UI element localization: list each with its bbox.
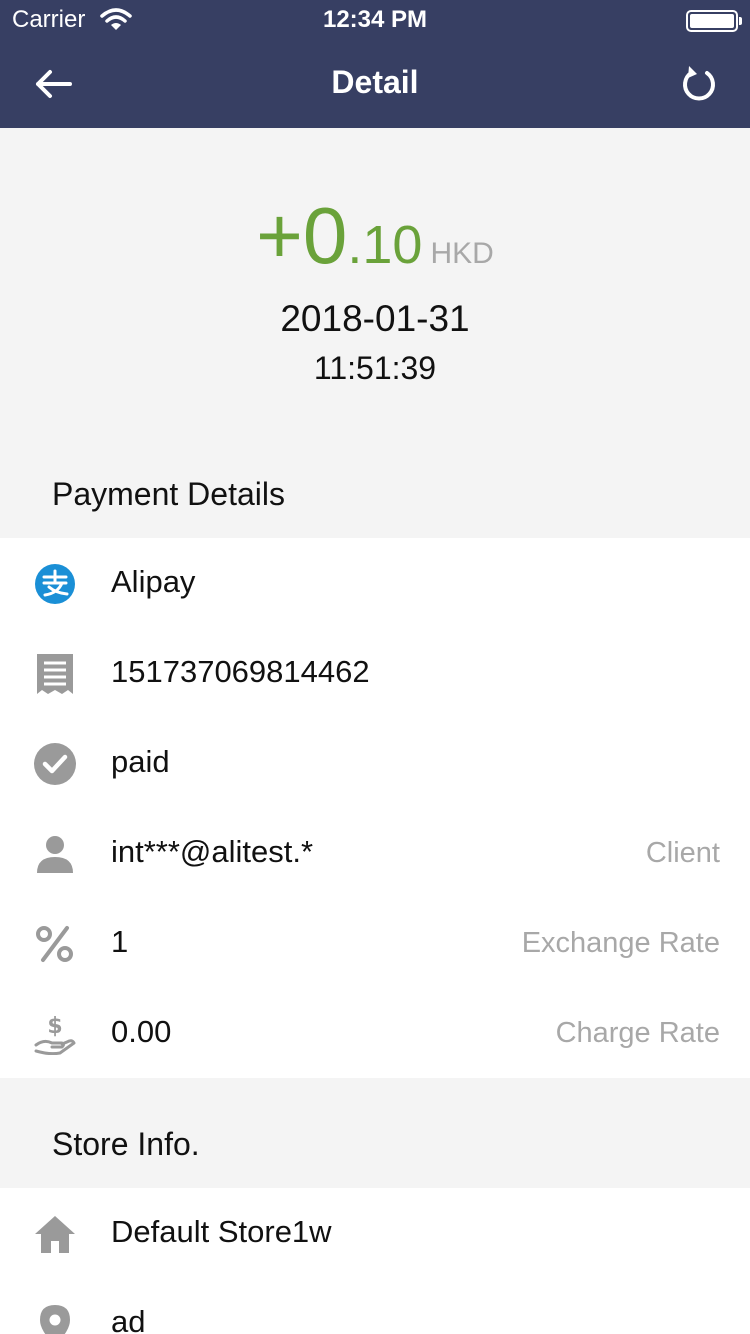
client-label: Client (645, 837, 720, 869)
list-item-store-name: Default Store1w (0, 1188, 750, 1278)
store-info-heading: Store Info. (52, 1126, 200, 1162)
nav-bar: Detail (0, 40, 750, 128)
amount-display: +0.10 HKD (0, 190, 750, 282)
list-item-charge-rate: $ 0.00 Charge Rate (0, 988, 750, 1078)
payment-details-heading: Payment Details (52, 476, 285, 512)
payment-details-list: Alipay 151737069814462 paid int***@alite… (0, 538, 750, 1078)
store-address-value: ad (111, 1304, 146, 1334)
location-pin-icon (34, 1303, 76, 1334)
list-item-client: int***@alitest.* Client (0, 808, 750, 898)
client-value: int***@alitest.* (111, 834, 314, 869)
percent-icon (34, 923, 76, 965)
list-item-payment-method: Alipay (0, 538, 750, 628)
order-number-value: 151737069814462 (111, 654, 370, 689)
charge-rate-value: 0.00 (111, 1014, 172, 1049)
list-item-store-address: ad (0, 1278, 750, 1334)
page-title: Detail (331, 64, 419, 100)
hand-money-icon: $ (34, 1013, 76, 1056)
battery-icon (686, 10, 742, 32)
amount-decimal: .10 (347, 215, 423, 275)
payment-method-value: Alipay (111, 564, 196, 599)
exchange-rate-value: 1 (111, 924, 129, 959)
status-bar: Carrier 12:34 PM (0, 0, 750, 40)
amount-currency: HKD (430, 237, 494, 270)
list-item-exchange-rate: 1 Exchange Rate (0, 898, 750, 988)
check-circle-icon (34, 743, 76, 785)
exchange-rate-label: Exchange Rate (521, 927, 720, 959)
status-time: 12:34 PM (322, 6, 428, 33)
list-item-status: paid (0, 718, 750, 808)
transaction-summary: +0.10 HKD 2018-01-31 11:51:39 (0, 128, 750, 448)
charge-rate-label: Charge Rate (555, 1017, 720, 1049)
store-info-list: Default Store1w ad (0, 1188, 750, 1334)
home-icon (34, 1213, 76, 1255)
person-icon (34, 833, 76, 875)
svg-text:$: $ (47, 1014, 62, 1039)
list-item-order-number: 151737069814462 (0, 628, 750, 718)
receipt-icon (34, 653, 76, 695)
alipay-icon (34, 563, 76, 605)
transaction-time: 11:51:39 (313, 350, 437, 386)
refresh-icon[interactable] (676, 62, 720, 106)
status-value: paid (111, 744, 170, 779)
transaction-date: 2018-01-31 (280, 298, 470, 339)
amount-integer: +0 (256, 191, 348, 280)
store-name-value: Default Store1w (111, 1214, 332, 1249)
